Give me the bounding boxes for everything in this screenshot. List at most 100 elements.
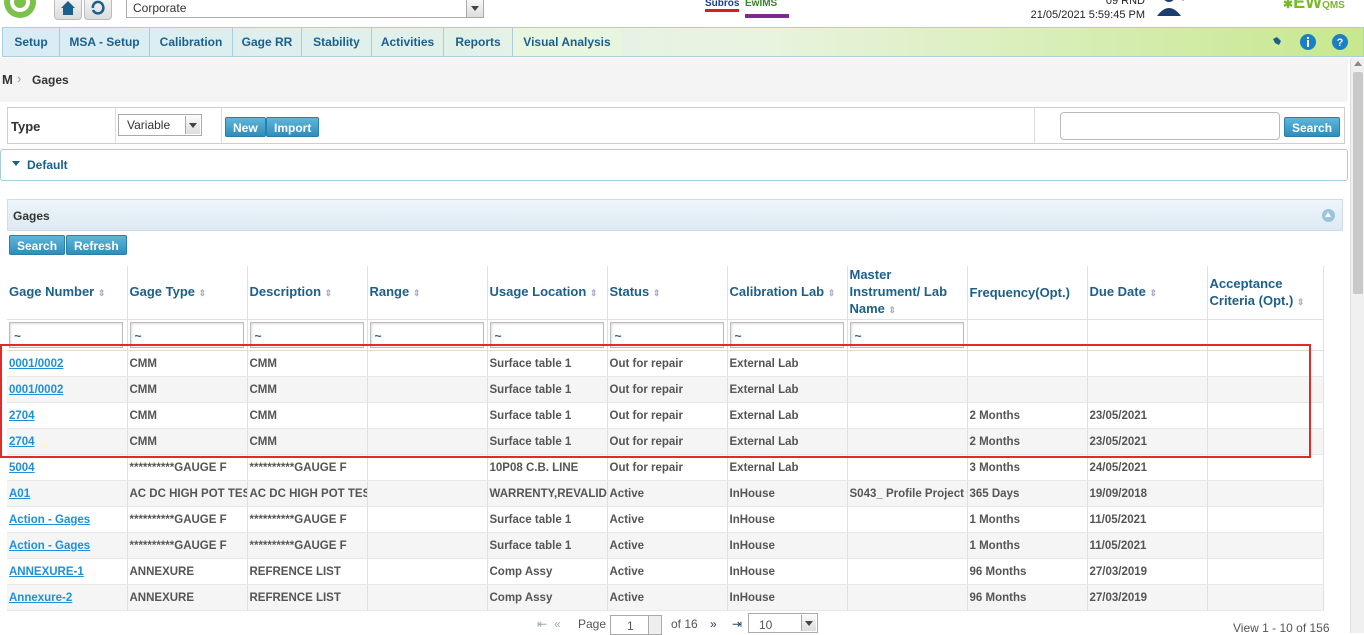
table-cell: 11/05/2021 (1087, 506, 1208, 533)
table-row[interactable]: 5004 **********GAUGE F **********GAUGE F 10… (7, 454, 1324, 481)
table-cell: Surface table 1 (487, 350, 608, 377)
home-button[interactable] (54, 0, 82, 20)
column-header-acceptance-criteria[interactable]: Acceptance Criteria (Opt.) ⇕ (1207, 266, 1324, 320)
scroll-up-icon[interactable] (1354, 61, 1362, 66)
filter-range[interactable]: ~ (369, 322, 484, 348)
filter-status[interactable]: ~ (609, 322, 724, 348)
column-header-gage-number[interactable]: Gage Number ⇕ (7, 266, 128, 320)
table-row[interactable]: 0001/0002 CMM CMM Surface table 1 Out for re… (7, 350, 1324, 377)
grid-refresh-button[interactable]: Refresh (66, 235, 127, 255)
nav-item-gage-rr[interactable]: Gage RR (233, 28, 302, 56)
gage-number-link[interactable]: Action - Gages (9, 540, 90, 552)
sort-icon: ⇕ (589, 288, 598, 298)
filter-gage-type[interactable]: ~ (129, 322, 244, 348)
sort-icon: ⇕ (198, 288, 207, 298)
table-row[interactable]: Action - Gages **********GAUGE F *********… (7, 506, 1324, 533)
gage-number-link[interactable]: Annexure-2 (9, 592, 72, 604)
column-header-master-instrument[interactable]: Master Instrument/ Lab Name ⇕ (847, 266, 968, 320)
table-cell: **********GAUGE F (247, 506, 368, 533)
first-page-icon[interactable]: ⇤ (537, 617, 547, 631)
prev-page-icon[interactable]: « (554, 617, 561, 631)
filter-usage-location[interactable]: ~ (489, 322, 604, 348)
filter-description[interactable]: ~ (249, 322, 364, 348)
page-number-input[interactable]: 1 (610, 615, 662, 635)
table-cell: Out for repair (607, 350, 728, 377)
nav-item-calibration[interactable]: Calibration (150, 28, 233, 56)
breadcrumb-root-logo[interactable]: M (2, 72, 13, 87)
table-row[interactable]: 2704 CMM CMM Surface table 1 Out for repair E… (7, 428, 1324, 455)
search-input[interactable] (1060, 112, 1280, 140)
help-icon[interactable]: ? (1331, 33, 1349, 51)
new-button[interactable]: New (225, 117, 266, 137)
column-header-frequency[interactable]: Frequency(Opt.) (967, 266, 1088, 320)
column-header-usage-location[interactable]: Usage Location ⇕ (487, 266, 608, 320)
table-row[interactable]: A01 AC DC HIGH POT TEST AC DC HIGH POT TES… (7, 480, 1324, 507)
filter-gage-number[interactable]: ~ (9, 322, 123, 348)
nav-item-msa-setup[interactable]: MSA - Setup (60, 28, 150, 56)
table-cell: Annexure-2 (7, 584, 128, 611)
table-cell (367, 558, 488, 585)
nav-item-visual-analysis[interactable]: Visual Analysis (513, 28, 621, 56)
nav-item-stability[interactable]: Stability (302, 28, 372, 56)
table-cell: Surface table 1 (487, 532, 608, 559)
last-page-icon[interactable]: ⇥ (732, 617, 742, 631)
import-button[interactable]: Import (266, 117, 320, 137)
company-select[interactable]: Corporate (126, 0, 484, 18)
table-cell: REFRENCE LIST (247, 558, 368, 585)
column-header-due-date[interactable]: Due Date ⇕ (1087, 266, 1208, 320)
top-search-button[interactable]: Search (1284, 117, 1341, 137)
table-cell (847, 376, 968, 403)
collapse-icon[interactable] (1322, 209, 1335, 222)
column-header-range[interactable]: Range ⇕ (367, 266, 488, 320)
table-body: 0001/0002 CMM CMM Surface table 1 Out for re… (7, 350, 1324, 611)
table-cell: **********GAUGE F (127, 506, 248, 533)
table-cell: **********GAUGE F (127, 454, 248, 481)
table-cell: Comp Assy (487, 558, 608, 585)
gage-number-link[interactable]: 2704 (9, 436, 35, 448)
rows-per-page-select[interactable]: 10 (748, 613, 818, 633)
nav-item-activities[interactable]: Activities (372, 28, 444, 56)
table-cell (847, 558, 968, 585)
grid-search-button[interactable]: Search (9, 235, 66, 255)
filter-master-instrument[interactable]: ~ (849, 322, 964, 348)
type-select[interactable]: Variable (118, 114, 202, 136)
info-icon[interactable] (1299, 33, 1317, 51)
gage-number-link[interactable]: 0001/0002 (9, 384, 63, 396)
refresh-button[interactable] (84, 0, 112, 20)
spinner-icon[interactable] (648, 616, 661, 634)
table-cell: CMM (247, 428, 368, 455)
table-cell: CMM (247, 376, 368, 403)
table-cell: External Lab (727, 402, 848, 429)
column-header-status[interactable]: Status ⇕ (607, 266, 728, 320)
gage-number-link[interactable]: 5004 (9, 462, 35, 474)
table-cell: Active (607, 506, 728, 533)
next-page-icon[interactable]: » (710, 617, 717, 631)
table-cell: 24/05/2021 (1087, 454, 1208, 481)
column-header-description[interactable]: Description ⇕ (247, 266, 368, 320)
column-header-gage-type[interactable]: Gage Type ⇕ (127, 266, 248, 320)
default-section-toggle[interactable]: Default (0, 149, 1348, 181)
nav-item-reports[interactable]: Reports (444, 28, 513, 56)
user-avatar-icon[interactable] (1155, 0, 1185, 18)
pin-icon[interactable] (1267, 33, 1285, 51)
table-row[interactable]: 0001/0002 CMM CMM Surface table 1 Out for re… (7, 376, 1324, 403)
nav-item-setup[interactable]: Setup (3, 28, 60, 56)
table-row[interactable]: ANNEXURE-1 ANNEXURE REFRENCE LIST Comp Assy… (7, 558, 1324, 585)
column-header-calibration-lab[interactable]: Calibration Lab ⇕ (727, 266, 848, 320)
table-row[interactable]: Action - Gages **********GAUGE F *********… (7, 532, 1324, 559)
gage-number-link[interactable]: 0001/0002 (9, 358, 63, 370)
gage-number-link[interactable]: Action - Gages (9, 514, 90, 526)
table-cell: **********GAUGE F (127, 532, 248, 559)
table-cell (967, 376, 1088, 403)
table-cell: 1 Months (967, 532, 1088, 559)
table-cell: InHouse (727, 584, 848, 611)
gage-number-link[interactable]: A01 (9, 488, 30, 500)
table-cell (1207, 350, 1324, 377)
scrollbar-thumb[interactable] (1353, 72, 1363, 294)
gage-number-link[interactable]: ANNEXURE-1 (9, 566, 84, 578)
gage-number-link[interactable]: 2704 (9, 410, 35, 422)
table-row[interactable]: Annexure-2 ANNEXURE REFRENCE LIST Comp Assy… (7, 584, 1324, 611)
page-scrollbar[interactable] (1350, 58, 1364, 633)
table-row[interactable]: 2704 CMM CMM Surface table 1 Out for repair E… (7, 402, 1324, 429)
filter-calibration-lab[interactable]: ~ (729, 322, 844, 348)
